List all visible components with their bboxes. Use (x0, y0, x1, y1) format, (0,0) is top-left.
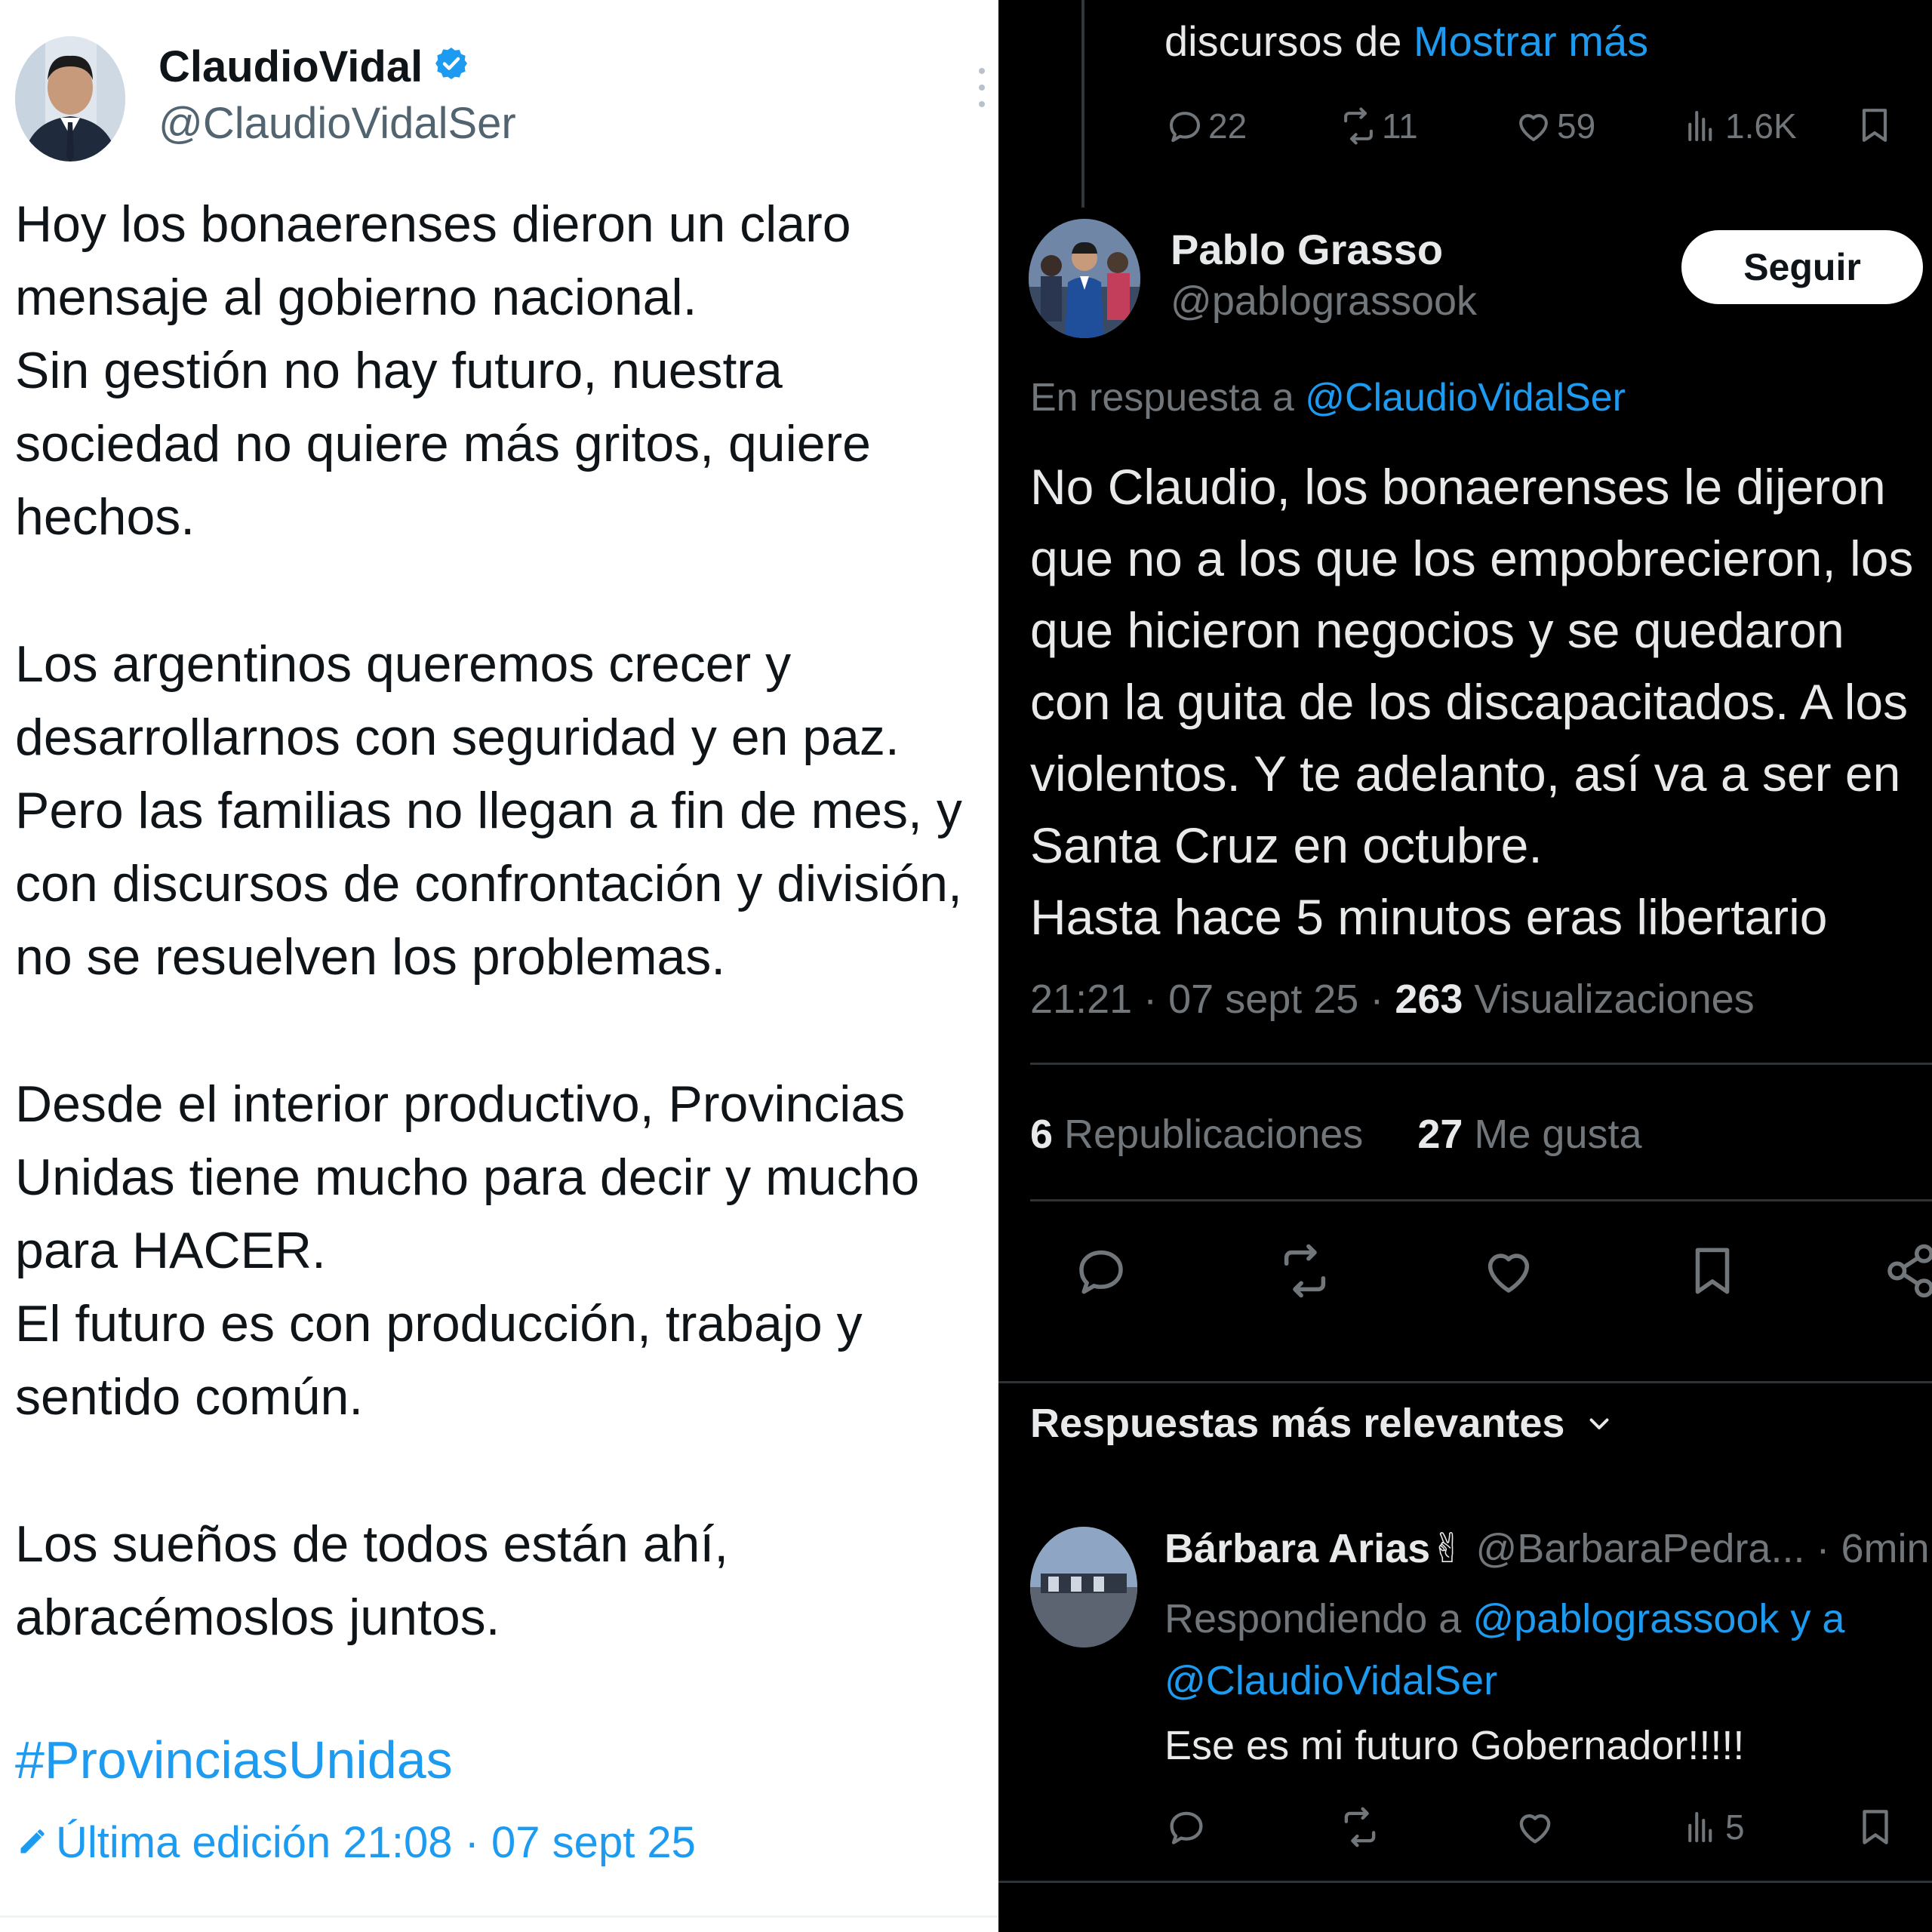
share-button[interactable] (1887, 1241, 1932, 1304)
show-more-link[interactable]: Mostrar más (1414, 17, 1648, 65)
post-paragraph: Desde el interior productivo, Provincias… (15, 1075, 920, 1426)
divider (998, 1381, 1932, 1383)
bookmark-button[interactable] (1683, 1241, 1742, 1304)
reposts-link[interactable]: 6 Republicaciones (1030, 1112, 1363, 1157)
previous-post-text: discursos de Mostrar más (1164, 17, 1648, 66)
reply-prefix: En respuesta a (1030, 376, 1306, 420)
replies-sort-dropdown[interactable]: Respuestas más relevantes (1030, 1400, 1613, 1447)
views-icon (1681, 106, 1722, 146)
bookmark-icon (1854, 104, 1896, 146)
pencil-icon (17, 1817, 50, 1868)
bookmark-icon (1683, 1247, 1742, 1303)
edit-history-link[interactable]: Última edición 21:08 · 07 sept 25 (17, 1817, 696, 1868)
chevron-down-icon (1586, 1400, 1613, 1447)
verified-badge-icon (433, 42, 469, 92)
replying-to: Respondiendo a @pablograssook y a @Claud… (1164, 1588, 1844, 1712)
repost-button[interactable] (1275, 1241, 1334, 1304)
author-handle[interactable]: @pablograssook (1171, 278, 1477, 325)
thread-connector-line (1081, 0, 1084, 208)
bookmark-icon (1854, 1810, 1897, 1852)
heart-icon (1513, 106, 1554, 146)
repost-stat-button[interactable]: 11 (1338, 106, 1418, 146)
repost-button[interactable] (1338, 1805, 1382, 1853)
claudio-vidal-avatar[interactable] (15, 36, 125, 162)
previous-post-snippet: discursos de (1164, 17, 1414, 65)
reply-count: 22 (1208, 106, 1247, 146)
replying-targets-link[interactable]: @ClaudioVidalSer (1164, 1658, 1497, 1703)
divider (1030, 1063, 1932, 1065)
edit-history-label[interactable]: Última edición 21:08 · 07 sept 25 (56, 1817, 696, 1868)
like-button[interactable] (1513, 1805, 1557, 1853)
barbara-arias-avatar[interactable] (1030, 1527, 1137, 1647)
post-timestamp[interactable]: 21:21 · 07 sept 25 · (1030, 977, 1395, 1022)
author-name[interactable]: ClaudioVidal (158, 42, 469, 92)
likes-label: Me gusta (1463, 1112, 1642, 1157)
views-icon (1681, 1807, 1722, 1847)
reply-button[interactable] (1164, 1805, 1208, 1853)
share-icon (1887, 1244, 1932, 1303)
views-stat-button[interactable]: 5 (1681, 1807, 1745, 1847)
heart-icon (1513, 1814, 1557, 1852)
author-name-text[interactable]: ClaudioVidal (158, 42, 423, 92)
repost-icon (1338, 1807, 1382, 1852)
post-paragraph: Los sueños de todos están ahí, abracémos… (15, 1515, 729, 1646)
like-count: 59 (1557, 106, 1596, 146)
like-button[interactable] (1479, 1241, 1538, 1304)
reply-header: Bárbara Arias✌ @BarbaraPedra... · 6min (1164, 1524, 1930, 1572)
reply-button[interactable] (1072, 1241, 1131, 1304)
bookmark-button[interactable] (1854, 1805, 1897, 1853)
post-paragraph: Los argentinos queremos crecer y desarro… (15, 635, 962, 986)
divider (0, 1915, 998, 1918)
repost-count: 11 (1382, 106, 1418, 146)
reply-icon (1164, 1811, 1208, 1852)
reply-icon (1072, 1250, 1131, 1303)
divider (1030, 1199, 1932, 1201)
author-name[interactable]: Pablo Grasso (1171, 225, 1443, 274)
author-handle[interactable]: @ClaudioVidalSer (158, 98, 516, 149)
reply-stat-button[interactable]: 22 (1164, 106, 1247, 146)
views-count: 263 (1395, 977, 1463, 1022)
views-stat-button[interactable]: 1.6K (1681, 106, 1797, 146)
reply-text: Ese es mi futuro Gobernador!!!!! (1164, 1723, 1745, 1768)
hashtag-link[interactable]: #ProvinciasUnidas (15, 1730, 453, 1790)
reposts-count: 6 (1030, 1112, 1054, 1157)
views-count: 1.6K (1725, 106, 1797, 146)
repost-icon (1338, 106, 1379, 146)
divider (998, 1881, 1932, 1883)
left-post-panel: ClaudioVidal @ClaudioVidalSer Hoy los bo… (0, 0, 998, 1932)
reply-author-name[interactable]: Bárbara Arias✌ (1164, 1526, 1464, 1571)
views-count: 5 (1725, 1807, 1745, 1847)
reposts-label: Republicaciones (1053, 1112, 1364, 1157)
like-stat-button[interactable]: 59 (1513, 106, 1595, 146)
replying-targets-link[interactable]: @pablograssook y a (1472, 1596, 1844, 1641)
post-paragraph: Hoy los bonaerenses dieron un claro mens… (15, 195, 871, 546)
right-thread-panel: discursos de Mostrar más 22 11 59 1.6K P… (998, 0, 1932, 1932)
follow-button[interactable]: Seguir (1681, 230, 1923, 304)
repost-icon (1275, 1244, 1334, 1303)
post-body: No Claudio, los bonaerenses le dijeron q… (1030, 459, 1914, 945)
heart-icon (1479, 1254, 1538, 1303)
bookmark-button[interactable] (1854, 104, 1896, 146)
reply-icon (1164, 106, 1205, 146)
views-label: Visualizaciones (1463, 977, 1755, 1022)
likes-link[interactable]: 27 Me gusta (1417, 1112, 1641, 1157)
pablo-grasso-avatar[interactable] (1029, 219, 1140, 338)
post-meta: 21:21 · 07 sept 25 · 263 Visualizaciones (1030, 976, 1755, 1023)
likes-count: 27 (1417, 1112, 1463, 1157)
reply-handle-time[interactable]: @BarbaraPedra... · 6min (1464, 1526, 1929, 1571)
more-options-icon[interactable] (978, 66, 986, 109)
replying-prefix: Respondiendo a (1164, 1596, 1473, 1641)
sort-label-text[interactable]: Respuestas más relevantes (1030, 1400, 1564, 1447)
reply-handle-link[interactable]: @ClaudioVidalSer (1305, 376, 1626, 420)
engagement-counts: 6 Republicaciones 27 Me gusta (1030, 1111, 1642, 1158)
in-reply-to: En respuesta a @ClaudioVidalSer (1030, 375, 1626, 420)
